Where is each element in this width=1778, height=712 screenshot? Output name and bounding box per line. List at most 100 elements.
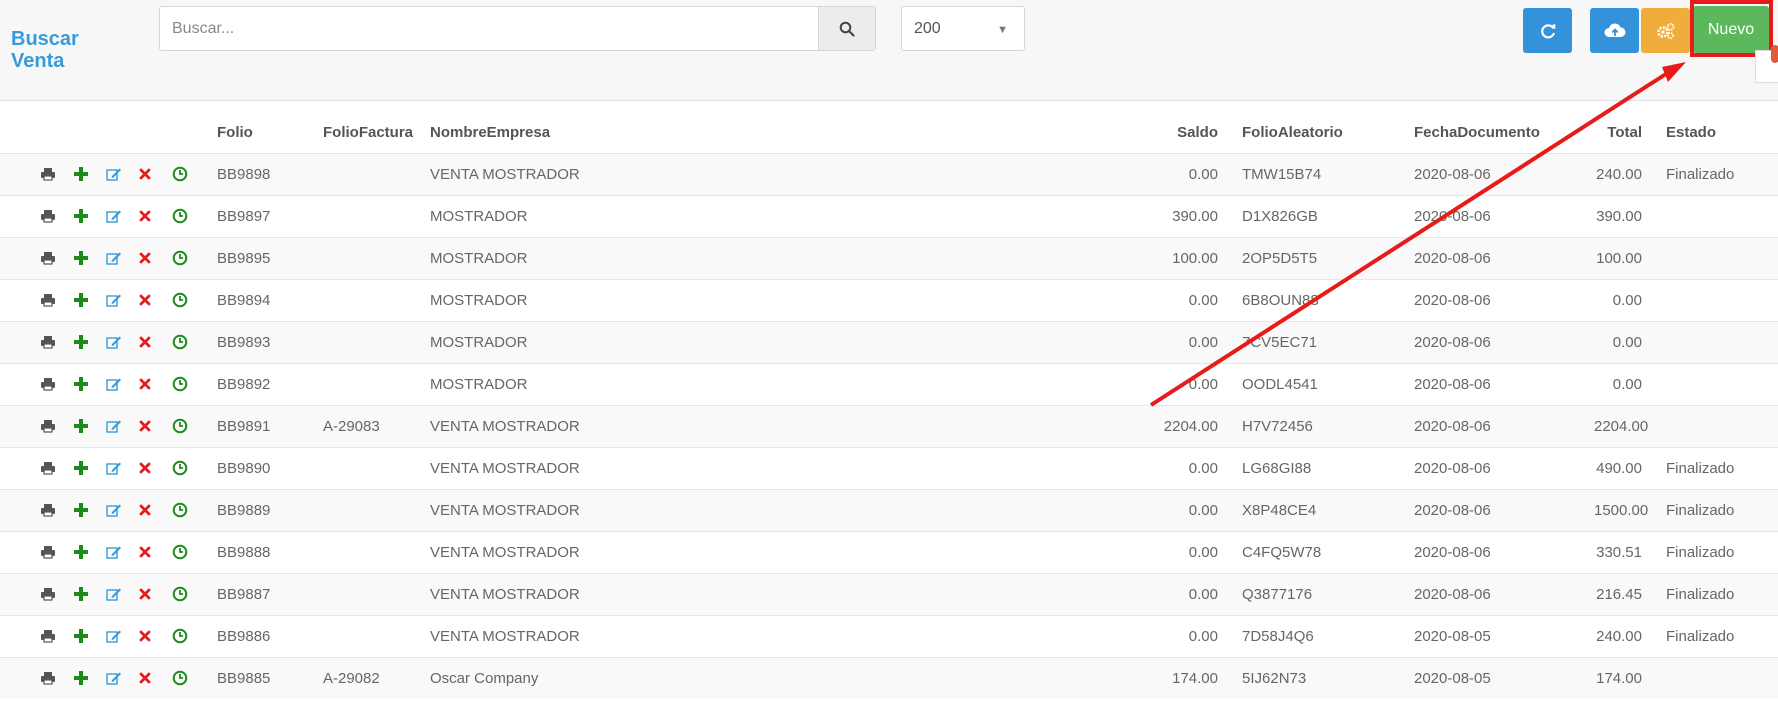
history-button[interactable] <box>172 292 205 308</box>
delete-icon <box>139 588 151 600</box>
edit-icon <box>106 630 121 643</box>
add-button[interactable] <box>73 460 106 476</box>
delete-button[interactable] <box>139 210 172 222</box>
add-icon <box>74 251 88 265</box>
history-button[interactable] <box>172 544 205 560</box>
print-button[interactable] <box>40 251 73 265</box>
edit-button[interactable] <box>106 503 139 518</box>
edit-button[interactable] <box>106 587 139 602</box>
edit-button[interactable] <box>106 251 139 266</box>
delete-icon <box>139 294 151 306</box>
add-button[interactable] <box>73 418 106 434</box>
add-button[interactable] <box>73 502 106 518</box>
edit-button[interactable] <box>106 335 139 350</box>
add-button[interactable] <box>73 166 106 182</box>
delete-button[interactable] <box>139 378 172 390</box>
edit-button[interactable] <box>106 461 139 476</box>
print-button[interactable] <box>40 293 73 307</box>
history-button[interactable] <box>172 460 205 476</box>
cell-fechadocumento: 2020-08-06 <box>1410 404 1590 447</box>
print-button[interactable] <box>40 461 73 475</box>
print-icon <box>41 588 55 601</box>
refresh-button[interactable] <box>1523 8 1572 53</box>
add-button[interactable] <box>73 292 106 308</box>
clock-icon <box>172 166 188 182</box>
delete-button[interactable] <box>139 252 172 264</box>
history-button[interactable] <box>172 250 205 266</box>
edit-button[interactable] <box>106 377 139 392</box>
upload-button[interactable] <box>1590 8 1639 53</box>
clock-icon <box>172 376 188 392</box>
history-button[interactable] <box>172 418 205 434</box>
cell-total: 240.00 <box>1590 614 1662 657</box>
print-button[interactable] <box>40 671 73 685</box>
history-button[interactable] <box>172 376 205 392</box>
cell-folioaleatorio: Q3877176 <box>1238 572 1410 615</box>
edit-button[interactable] <box>106 293 139 308</box>
print-button[interactable] <box>40 629 73 643</box>
history-button[interactable] <box>172 208 205 224</box>
history-button[interactable] <box>172 628 205 644</box>
delete-button[interactable] <box>139 672 172 684</box>
history-button[interactable] <box>172 502 205 518</box>
edit-button[interactable] <box>106 167 139 182</box>
print-button[interactable] <box>40 587 73 601</box>
delete-icon <box>139 672 151 684</box>
delete-button[interactable] <box>139 462 172 474</box>
page-size-select[interactable]: 200 ▼ <box>901 6 1025 51</box>
history-button[interactable] <box>172 586 205 602</box>
cell-foliofactura <box>319 278 426 321</box>
cell-fechadocumento: 2020-08-06 <box>1410 488 1590 531</box>
delete-button[interactable] <box>139 420 172 432</box>
history-button[interactable] <box>172 334 205 350</box>
col-total[interactable]: Total <box>1590 113 1662 154</box>
add-button[interactable] <box>73 208 106 224</box>
col-saldo[interactable]: Saldo <box>1126 113 1238 154</box>
delete-button[interactable] <box>139 630 172 642</box>
history-button[interactable] <box>172 166 205 182</box>
print-button[interactable] <box>40 167 73 181</box>
add-button[interactable] <box>73 334 106 350</box>
add-button[interactable] <box>73 670 106 686</box>
col-foliofactura[interactable]: FolioFactura <box>319 113 426 154</box>
edit-button[interactable] <box>106 671 139 686</box>
cell-saldo: 0.00 <box>1126 572 1238 615</box>
col-folioaleatorio[interactable]: FolioAleatorio <box>1238 113 1410 154</box>
delete-button[interactable] <box>139 504 172 516</box>
edit-icon <box>106 420 121 433</box>
print-button[interactable] <box>40 419 73 433</box>
cell-folio: BB9886 <box>213 614 319 657</box>
add-button[interactable] <box>73 544 106 560</box>
edit-button[interactable] <box>106 629 139 644</box>
add-icon <box>74 293 88 307</box>
settings-button[interactable] <box>1641 8 1690 53</box>
delete-button[interactable] <box>139 546 172 558</box>
history-button[interactable] <box>172 670 205 686</box>
print-icon <box>41 630 55 643</box>
add-button[interactable] <box>73 586 106 602</box>
print-button[interactable] <box>40 377 73 391</box>
cell-folioaleatorio: H7V72456 <box>1238 404 1410 447</box>
add-button[interactable] <box>73 376 106 392</box>
delete-button[interactable] <box>139 336 172 348</box>
search-button[interactable] <box>818 7 875 50</box>
cell-total: 240.00 <box>1590 152 1662 195</box>
delete-button[interactable] <box>139 588 172 600</box>
search-input[interactable] <box>160 7 820 50</box>
print-button[interactable] <box>40 209 73 223</box>
print-button[interactable] <box>40 335 73 349</box>
add-button[interactable] <box>73 628 106 644</box>
print-button[interactable] <box>40 503 73 517</box>
cell-estado <box>1662 236 1778 279</box>
print-button[interactable] <box>40 545 73 559</box>
delete-button[interactable] <box>139 294 172 306</box>
col-fechadocumento[interactable]: FechaDocumento <box>1410 113 1590 154</box>
col-folio[interactable]: Folio <box>213 113 319 154</box>
col-estado[interactable]: Estado <box>1662 113 1778 154</box>
col-nombreempresa[interactable]: NombreEmpresa <box>426 113 1126 154</box>
add-button[interactable] <box>73 250 106 266</box>
edit-button[interactable] <box>106 419 139 434</box>
edit-button[interactable] <box>106 545 139 560</box>
delete-button[interactable] <box>139 168 172 180</box>
edit-button[interactable] <box>106 209 139 224</box>
